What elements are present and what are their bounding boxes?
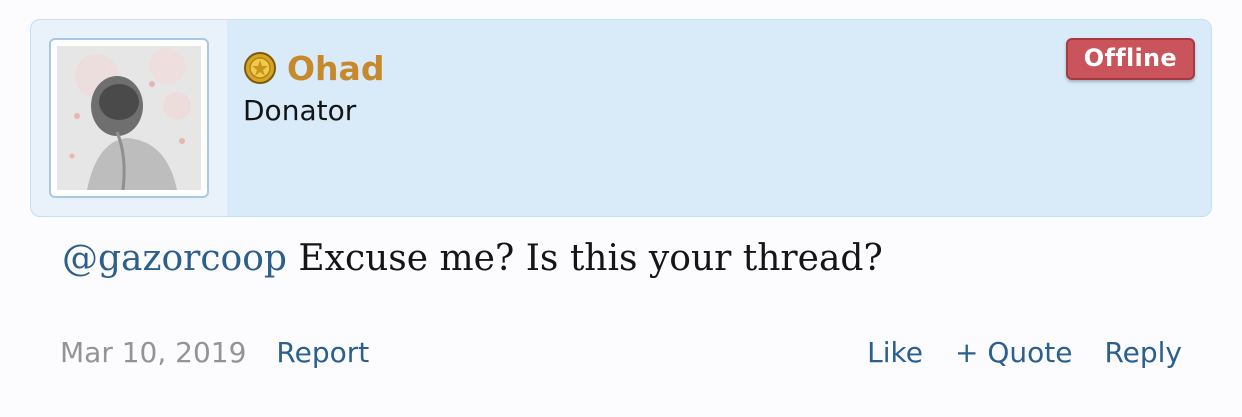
quote-link[interactable]: + Quote [955, 336, 1072, 369]
user-info-panel: Ohad Donator Offline [30, 19, 1212, 217]
username-row: Ohad [243, 48, 384, 88]
avatar-container [31, 20, 227, 216]
reply-link[interactable]: Reply [1104, 336, 1182, 369]
status-badge: Offline [1065, 38, 1195, 80]
avatar-image [57, 46, 201, 190]
mention-link[interactable]: @gazorcoop [62, 238, 287, 279]
gold-medal-icon [244, 52, 276, 84]
message-text: Excuse me? Is this your thread? [286, 238, 883, 279]
post-footer-right: Like + Quote Reply [835, 336, 1182, 369]
user-title: Donator [243, 94, 357, 127]
post-date[interactable]: Mar 10, 2019 [60, 336, 246, 369]
like-link[interactable]: Like [867, 336, 923, 369]
post-footer-left: Mar 10, 2019 Report [60, 336, 369, 369]
avatar[interactable] [49, 38, 209, 198]
report-link[interactable]: Report [276, 336, 369, 369]
username-link[interactable]: Ohad [287, 49, 384, 88]
post-message: @gazorcoop Excuse me? Is this your threa… [62, 238, 883, 279]
